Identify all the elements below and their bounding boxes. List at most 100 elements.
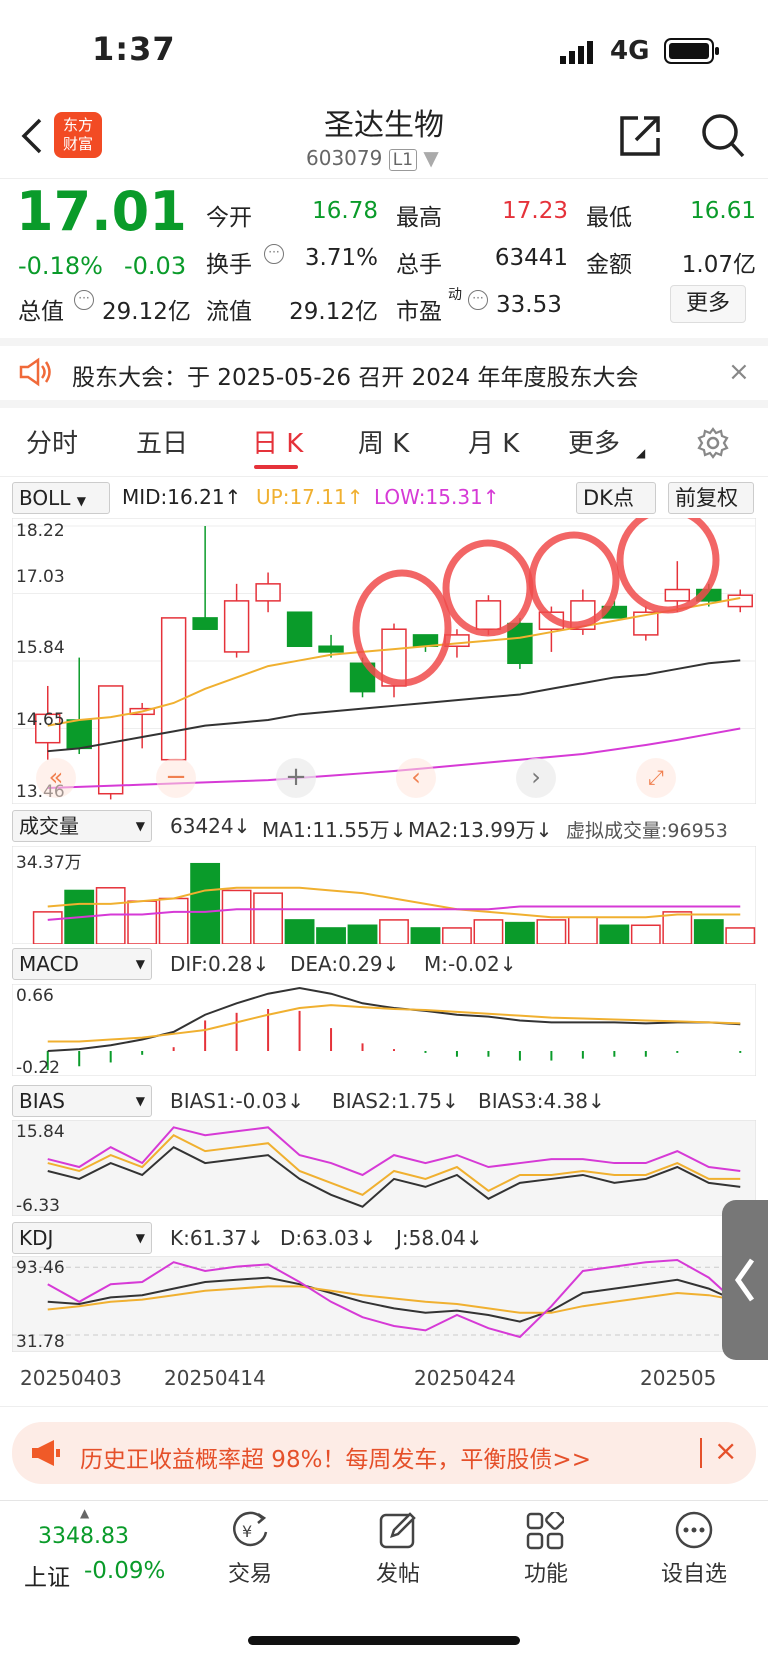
candle (286, 611, 313, 648)
price-axis-2: 17.03 (16, 567, 65, 587)
volume-bar (221, 889, 252, 944)
svg-text:¥: ¥ (242, 1522, 252, 1541)
dropdown-corner-icon: ◢ (636, 446, 646, 460)
date-label-2: 20250414 (164, 1366, 266, 1390)
bias-chart (12, 1120, 756, 1216)
nav-functions[interactable]: 功能 (496, 1556, 596, 1588)
value-open: 16.78 (312, 198, 378, 224)
share-icon[interactable] (618, 112, 664, 158)
candle (223, 600, 250, 653)
search-icon[interactable] (700, 112, 746, 160)
tab-daily-k[interactable]: 日 K (252, 423, 303, 460)
tab-intraday[interactable]: 分时 (26, 423, 78, 460)
active-tab-indicator (254, 465, 298, 469)
nav-trade[interactable]: 交易 (200, 1556, 300, 1588)
label-open: 今开 (206, 205, 252, 231)
index-value[interactable]: 3348.83 (38, 1524, 129, 1549)
candle (255, 583, 281, 602)
trade-icon[interactable]: ¥ (228, 1510, 272, 1550)
grid-icon[interactable] (526, 1510, 565, 1550)
volume-ma2: MA2:13.99万↓ (408, 818, 553, 842)
scroll-right-icon[interactable]: › (516, 758, 556, 798)
virtual-volume: 虚拟成交量:96953 (566, 820, 728, 842)
label-high: 最高 (396, 205, 442, 231)
label-pe: 市盈 (396, 299, 442, 325)
settings-gear-icon[interactable] (696, 426, 730, 460)
candle (475, 600, 502, 630)
volume-bar (567, 916, 598, 944)
level-badge: L1 (388, 149, 418, 171)
indicator-select-kdj[interactable]: KDJ ▼ (12, 1222, 152, 1254)
value-turnover: 3.71% (304, 245, 378, 271)
dk-point-button[interactable]: DK点 (576, 482, 656, 514)
macd-frame (12, 984, 756, 1076)
kdj-frame (12, 1256, 756, 1352)
close-icon[interactable]: × (728, 357, 750, 387)
kdj-chart (12, 1256, 756, 1352)
change-pct: -0.18% (18, 252, 103, 280)
indicator-select-macd[interactable]: MACD ▼ (12, 948, 152, 980)
nav-add-watchlist[interactable]: 设自选 (644, 1556, 744, 1588)
zoom-in-icon[interactable]: + (276, 758, 316, 798)
macd-dea: DEA:0.29↓ (290, 952, 400, 976)
bias-axis-max: 15.84 (16, 1122, 65, 1142)
stock-code-row[interactable]: 603079 L1 ▼ (306, 146, 439, 171)
tab-weekly-k[interactable]: 周 K (358, 423, 409, 460)
info-icon[interactable]: ··· (74, 290, 94, 310)
indicator-select-boll[interactable]: BOLL ▼ (12, 482, 110, 514)
home-indicator (248, 1636, 520, 1645)
volume-bar (316, 927, 346, 944)
label-amount: 金额 (586, 252, 632, 278)
indicator-select-volume[interactable]: 成交量 ▼ (12, 810, 152, 842)
back-icon[interactable] (18, 116, 44, 156)
volume-bar (630, 924, 661, 944)
volume-bar (190, 862, 221, 944)
volume-bar (253, 892, 284, 944)
value-market-cap: 29.12亿 (102, 299, 191, 325)
candle (318, 645, 344, 653)
tab-five-day[interactable]: 五日 (136, 423, 188, 460)
side-panel-handle[interactable] (722, 1200, 768, 1360)
edit-icon[interactable] (378, 1510, 418, 1550)
tab-monthly-k[interactable]: 月 K (468, 423, 519, 460)
volume-ma1: MA1:11.55万↓ (262, 818, 407, 842)
volume-bar (127, 900, 158, 944)
price-axis-4: 14.65 (16, 710, 65, 730)
more-icon[interactable] (674, 1510, 714, 1550)
volume-chart (12, 846, 756, 944)
bias-axis-min: -6.33 (16, 1196, 60, 1216)
promo-close-icon[interactable]: × (714, 1434, 737, 1467)
current-price: 17.01 (16, 180, 187, 243)
nav-post[interactable]: 发帖 (348, 1556, 448, 1588)
volume-bar (410, 927, 441, 944)
scroll-left-icon[interactable]: ‹ (396, 758, 436, 798)
bias1-value: BIAS1:-0.03↓ (170, 1089, 304, 1113)
volume-bar (158, 897, 189, 944)
value-amount: 1.07亿 (681, 252, 756, 278)
volume-bar (693, 919, 724, 944)
more-button[interactable]: 更多 (670, 285, 746, 323)
zoom-out-icon[interactable]: − (156, 758, 196, 798)
battery-icon (664, 38, 720, 64)
scroll-left-fast-icon[interactable]: « (36, 758, 76, 798)
boll-low-value: LOW:15.31↑ (374, 485, 500, 509)
kdj-k: K:61.37↓ (170, 1226, 264, 1250)
adjust-mode-button[interactable]: 前复权 (668, 482, 754, 514)
index-name[interactable]: 上证 (24, 1558, 70, 1592)
promo-text[interactable]: 历史正收益概率超 98%！每周发车，平衡股债>> (80, 1440, 591, 1474)
stock-code: 603079 (306, 146, 383, 170)
chevron-down-icon: ▼ (423, 146, 439, 170)
volume-bar (599, 924, 630, 944)
index-change[interactable]: -0.09% (84, 1558, 165, 1584)
tab-more[interactable]: 更多 (568, 423, 620, 460)
change-value: -0.03 (124, 252, 187, 280)
indicator-select-bias[interactable]: BIAS ▼ (12, 1085, 152, 1117)
label-market-cap: 总值 (18, 299, 64, 325)
fullscreen-icon[interactable]: ⤢ (636, 758, 676, 798)
price-axis-max: 18.22 (16, 521, 65, 541)
info-icon[interactable]: ··· (468, 290, 488, 310)
notice-text[interactable]: 股东大会：于 2025-05-26 召开 2024 年年度股东大会 (72, 358, 638, 392)
speaker-icon (18, 357, 54, 387)
macd-chart (12, 984, 756, 1076)
value-low: 16.61 (690, 198, 756, 224)
